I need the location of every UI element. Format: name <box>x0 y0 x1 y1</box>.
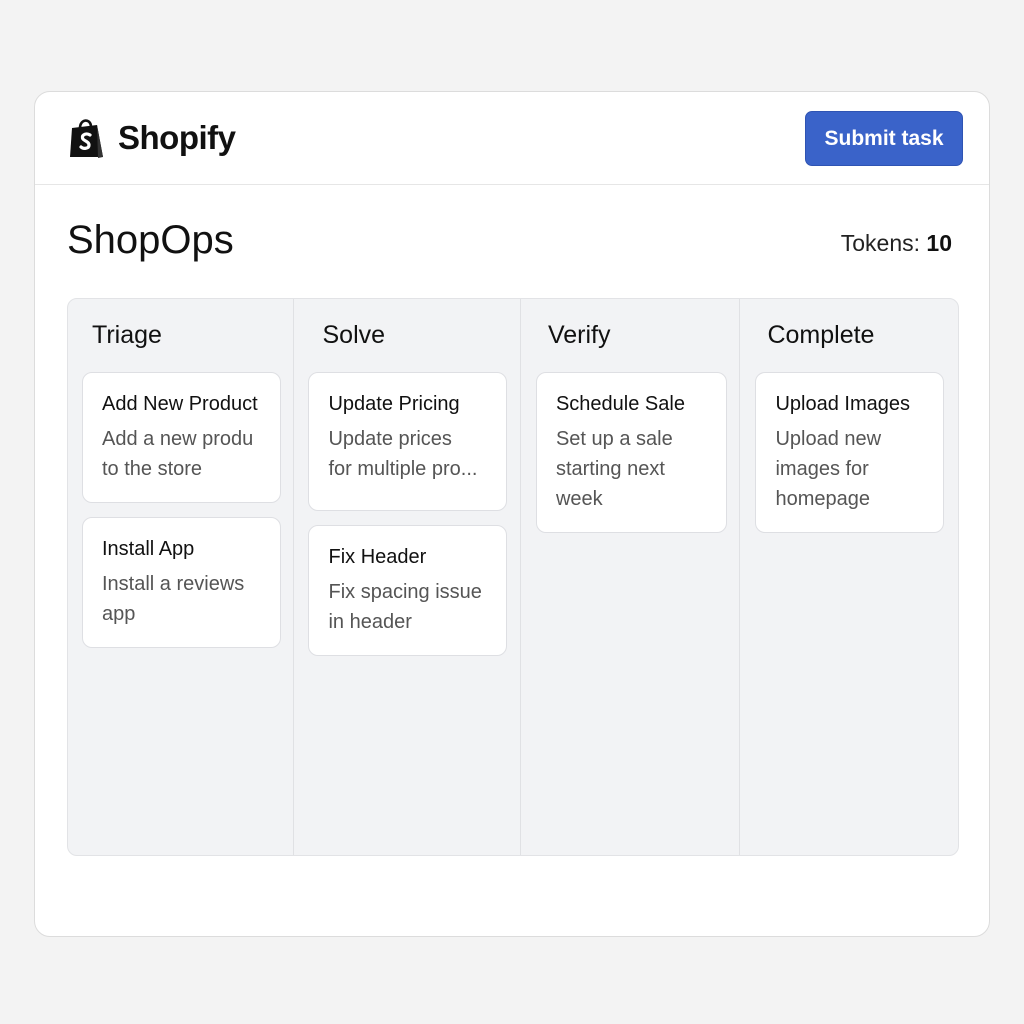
card-description: Add a new produ to the store <box>102 424 270 484</box>
card-desc-line: week <box>555 488 603 510</box>
card-description: Update prices for multiple pro... <box>328 424 496 484</box>
card-description: Fix spacing issue in header <box>328 577 496 637</box>
column-verify: Verify Schedule Sale Set up a sale start… <box>521 299 741 855</box>
kanban-board: Triage Add New Product Add a new produ t… <box>67 298 959 856</box>
card-title: Install App <box>102 538 195 560</box>
card-title: Upload Images <box>775 393 910 415</box>
task-card-install-app[interactable]: Install App Install a reviews app <box>82 517 281 648</box>
task-card-upload-images[interactable]: Upload Images Upload new images for home… <box>755 372 945 533</box>
card-desc-line: Install a reviews <box>102 573 245 595</box>
page-title: ShopOps <box>67 218 234 262</box>
card-desc-line: for multiple pro... <box>328 458 478 480</box>
top-bar: Shopify Submit task <box>35 92 989 185</box>
tokens-label: Tokens: <box>840 230 921 256</box>
column-complete: Complete Upload Images Upload new images… <box>740 299 958 855</box>
column-title: Solve <box>322 321 386 349</box>
tokens-counter: Tokens: 10 <box>841 230 952 257</box>
task-card-schedule-sale[interactable]: Schedule Sale Set up a sale starting nex… <box>535 372 727 533</box>
submit-task-button[interactable]: Submit task <box>805 111 963 166</box>
shopify-bag-icon <box>68 116 106 160</box>
card-title: Fix Header <box>328 546 427 568</box>
card-desc-line: images for <box>775 458 869 480</box>
task-card-update-pricing[interactable]: Update Pricing Update prices for multipl… <box>308 372 508 511</box>
card-desc-line: Upload new <box>775 428 882 450</box>
brand[interactable]: Shopify <box>68 116 236 160</box>
app-window: Shopify Submit task ShopOps Tokens: 10 T… <box>34 91 990 937</box>
card-desc-line: Fix spacing issue <box>328 581 482 603</box>
column-title: Complete <box>767 321 875 349</box>
card-desc-line: app <box>102 603 136 625</box>
column-title: Verify <box>547 321 611 349</box>
task-card-add-new-product[interactable]: Add New Product Add a new produ to the s… <box>82 372 281 503</box>
column-solve: Solve Update Pricing Update prices for m… <box>294 299 521 855</box>
card-description: Set up a sale starting next week <box>556 424 716 514</box>
card-title: Update Pricing <box>328 393 460 415</box>
card-desc-line: starting next <box>555 458 665 480</box>
card-desc-line: to the store <box>102 458 203 480</box>
card-title: Add New Product <box>102 393 258 415</box>
card-title: Schedule Sale <box>555 393 685 415</box>
card-description: Install a reviews app <box>102 569 270 629</box>
tokens-value: 10 <box>926 230 952 256</box>
column-title: Triage <box>92 321 162 349</box>
card-description: Upload new images for homepage <box>775 424 933 514</box>
card-desc-line: homepage <box>775 488 870 510</box>
brand-name: Shopify <box>118 119 236 156</box>
column-triage: Triage Add New Product Add a new produ t… <box>68 299 295 855</box>
card-desc-line: in header <box>328 611 412 633</box>
card-desc-line: Add a new produ <box>102 428 254 450</box>
card-desc-line: Update prices <box>328 428 452 450</box>
card-desc-line: Set up a sale <box>555 428 673 450</box>
task-card-fix-header[interactable]: Fix Header Fix spacing issue in header <box>308 525 508 656</box>
